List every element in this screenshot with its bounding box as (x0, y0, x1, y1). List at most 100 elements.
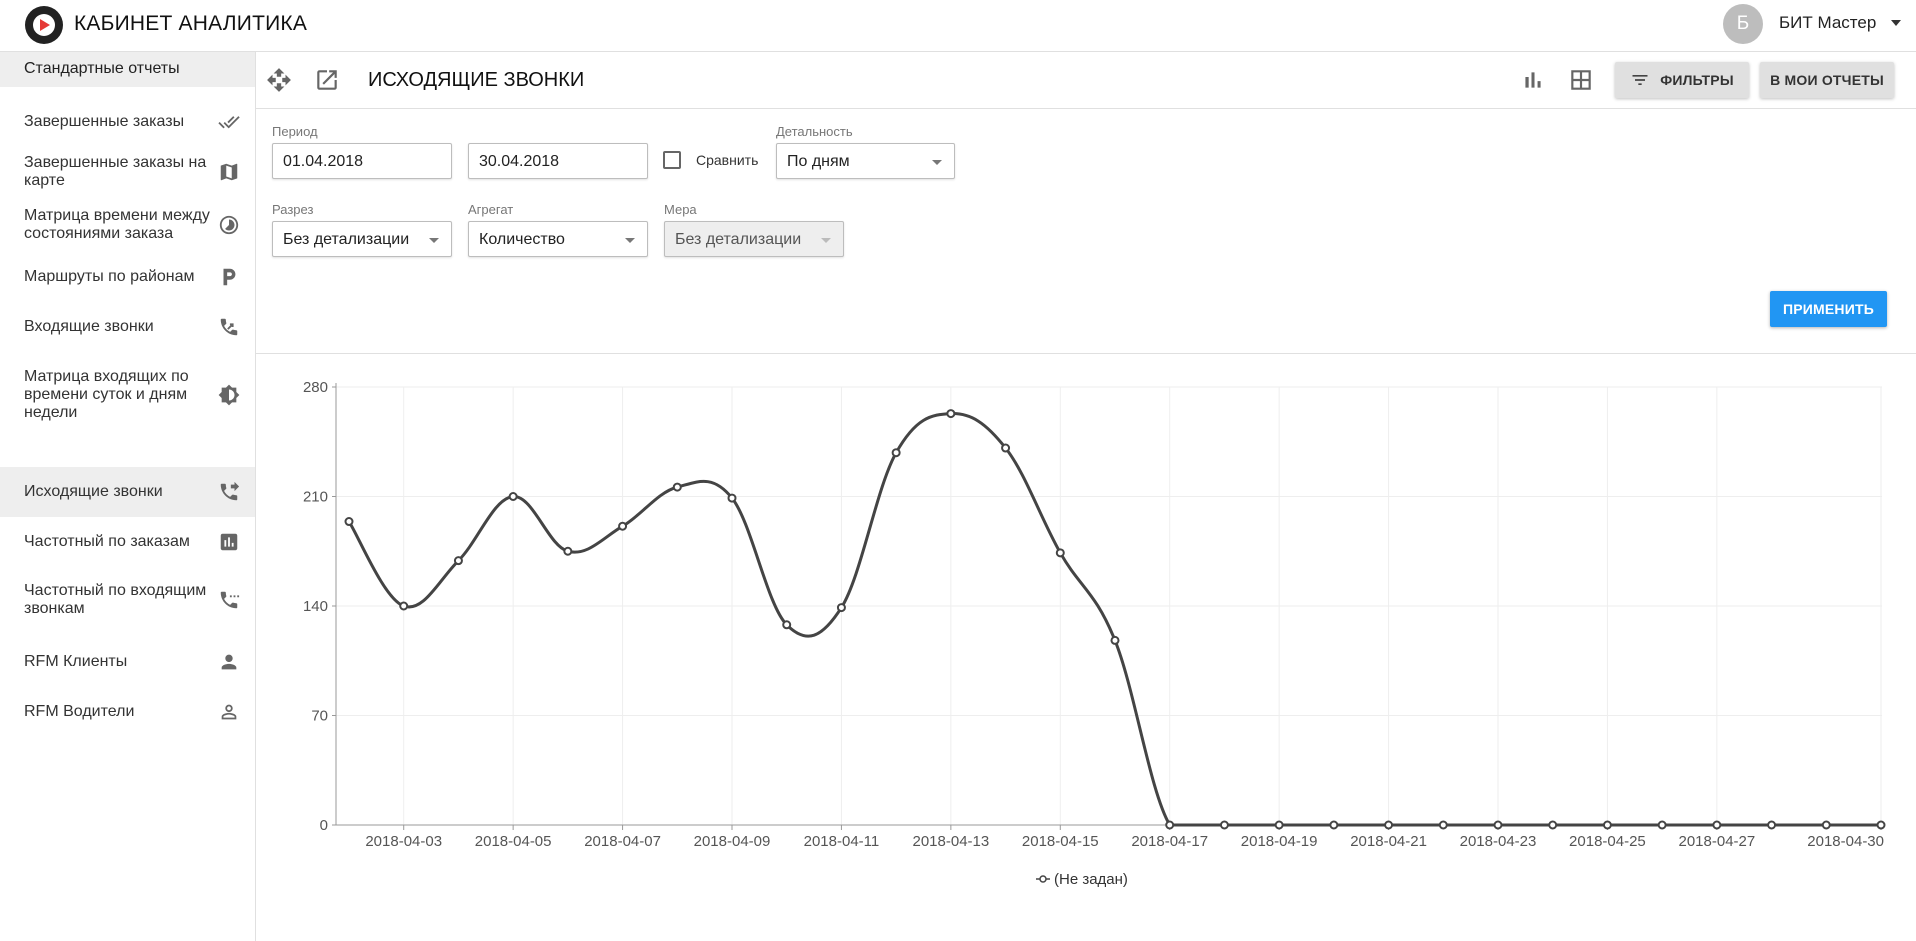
data-point (563, 546, 573, 556)
data-point (1001, 443, 1011, 453)
phone-outgoing-icon (217, 480, 241, 504)
aggregate-value: Количество (479, 231, 565, 248)
sidebar-item-incoming-matrix[interactable]: Матрица входящих по времени суток и дням… (0, 352, 255, 437)
data-point (618, 521, 628, 531)
sidebar-item-label: RFM Клиенты (24, 653, 128, 670)
sidebar-item-completed-orders-map[interactable]: Завершенные заказы на карте (0, 147, 255, 197)
apply-button[interactable]: ПРИМЕНИТЬ (1770, 291, 1887, 327)
sidebar-item-district-routes[interactable]: Маршруты по районам (0, 252, 255, 302)
sidebar-item-label: Входящие звонки (24, 318, 154, 335)
my-reports-button-label: В МОИ ОТЧЕТЫ (1770, 72, 1884, 88)
date-to-field[interactable]: 30.04.2018 (468, 143, 648, 179)
series-line (347, 412, 1881, 827)
sidebar-item-label: Завершенные заказы на карте (24, 154, 207, 189)
data-point (344, 517, 354, 527)
date-from-field[interactable]: 01.04.2018 (272, 143, 452, 179)
data-point (891, 448, 901, 458)
table-view-icon[interactable] (1568, 67, 1594, 93)
parking-icon (217, 265, 241, 289)
sidebar-item-outgoing-calls[interactable]: Исходящие звонки (0, 467, 255, 517)
y-tick-label: 70 (311, 708, 328, 725)
data-point (1712, 820, 1722, 830)
sidebar-header: Стандартные отчеты (0, 52, 255, 87)
compare-checkbox[interactable] (663, 151, 681, 169)
data-point (1274, 820, 1284, 830)
x-tick-label: 2018-04-25 (1569, 833, 1646, 850)
open-in-new-icon[interactable] (314, 67, 340, 93)
data-point (1602, 820, 1612, 830)
add-to-my-reports-button[interactable]: В МОИ ОТЧЕТЫ (1760, 62, 1894, 98)
data-point (1876, 820, 1886, 830)
slice-label: Разрез (272, 202, 314, 217)
x-tick-label: 2018-04-19 (1241, 833, 1318, 850)
user-name[interactable]: БИТ Мастер (1779, 13, 1876, 33)
sidebar-item-label: Исходящие звонки (24, 483, 163, 500)
x-tick-label: 2018-04-09 (694, 833, 771, 850)
filter-icon (1632, 75, 1648, 85)
data-point (1329, 820, 1339, 830)
report-header: ИСХОДЯЩИЕ ЗВОНКИ ФИЛЬТРЫ В МОИ ОТЧЕТЫ (256, 52, 1916, 109)
measure-label: Мера (664, 202, 697, 217)
sidebar-item-incoming-frequency[interactable]: Частотный по входящим звонкам (0, 567, 255, 632)
date-from-value: 01.04.2018 (283, 153, 364, 170)
x-tick-label: 2018-04-17 (1131, 833, 1208, 850)
chevron-down-icon (932, 160, 942, 165)
filters-button-label: ФИЛЬТРЫ (1660, 72, 1734, 88)
x-tick-label: 2018-04-30 (1807, 833, 1884, 850)
data-point (1384, 820, 1394, 830)
sidebar-item-label: Завершенные заказы (24, 113, 185, 130)
avatar[interactable]: Б (1723, 4, 1763, 44)
page-title: ИСХОДЯЩИЕ ЗВОНКИ (368, 69, 585, 91)
compare-label[interactable]: Сравнить (696, 152, 758, 168)
line-chart: 0 70 140 210 280 2018-04-03 2018-04-05 2018-04-… (303, 379, 1886, 888)
period-label: Период (272, 124, 318, 139)
sidebar-item-rfm-clients[interactable]: RFM Клиенты (0, 637, 255, 687)
sidebar-item-completed-orders[interactable]: Завершенные заказы (0, 97, 255, 147)
user-menu-caret-icon[interactable] (1891, 20, 1901, 26)
data-point (1767, 820, 1777, 830)
sidebar-item-label: Частотный по входящим звонкам (24, 581, 207, 617)
sidebar-item-rfm-drivers[interactable]: RFM Водители (0, 687, 255, 737)
person-outline-icon (217, 700, 241, 724)
aggregate-label: Агрегат (468, 202, 514, 217)
app-title: КАБИНЕТ АНАЛИТИКА (74, 12, 308, 35)
phone-dots-icon (217, 588, 241, 612)
data-point (1055, 548, 1065, 558)
data-point (399, 601, 409, 611)
slice-select[interactable]: Без детализации (272, 221, 452, 257)
phone-forwarded-in-icon (217, 315, 241, 339)
detail-value: По дням (787, 153, 850, 170)
date-to-value: 30.04.2018 (479, 153, 560, 170)
x-tick-label: 2018-04-13 (912, 833, 989, 850)
person-icon (217, 650, 241, 674)
sidebar-item-label: Матрица входящих по времени суток и дням… (24, 367, 189, 421)
x-tick-label: 2018-04-03 (365, 833, 442, 850)
move-icon[interactable] (266, 67, 292, 93)
sidebar-item-order-frequency[interactable]: Частотный по заказам (0, 517, 255, 567)
app-logo-icon (25, 6, 63, 44)
slice-value: Без детализации (283, 231, 410, 248)
sidebar-item-incoming-calls[interactable]: Входящие звонки (0, 302, 255, 352)
sidebar: Стандартные отчеты Завершенные заказы За… (0, 52, 256, 941)
chart-view-icon[interactable] (1520, 67, 1546, 93)
y-tick-label: 280 (303, 379, 328, 396)
data-point (508, 492, 518, 501)
data-point (782, 620, 792, 630)
chevron-down-icon (625, 238, 635, 243)
sidebar-item-label: Маршруты по районам (24, 268, 195, 285)
x-tick-label: 2018-04-11 (804, 833, 880, 850)
measure-select: Без детализации (664, 221, 844, 257)
data-point (1548, 820, 1558, 830)
x-tick-label: 2018-04-21 (1350, 833, 1427, 850)
y-tick-label: 140 (303, 598, 328, 615)
sidebar-item-label: Матрица времени между состояниями заказа (24, 206, 210, 242)
detail-select[interactable]: По дням (776, 143, 955, 179)
aggregate-select[interactable]: Количество (468, 221, 648, 257)
filters-button[interactable]: ФИЛЬТРЫ (1615, 62, 1749, 98)
detail-label: Детальность (776, 124, 853, 139)
x-tick-label: 2018-04-05 (475, 833, 552, 850)
sidebar-item-order-state-matrix[interactable]: Матрица времени между состояниями заказа (0, 197, 255, 252)
measure-value: Без детализации (675, 231, 802, 248)
bar-chart-icon (217, 530, 241, 554)
legend-marker (1039, 875, 1047, 883)
